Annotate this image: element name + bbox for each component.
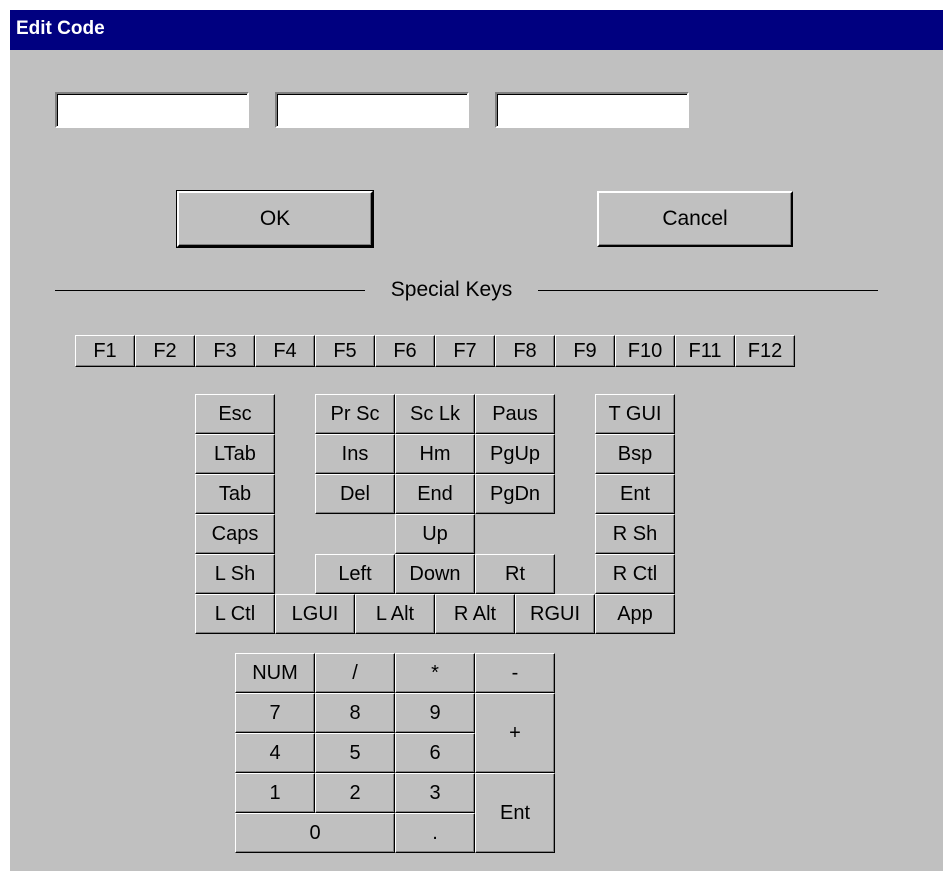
key-numpad-4[interactable]: 4	[235, 733, 315, 773]
code-field-1[interactable]	[55, 92, 249, 128]
section-divider-left	[55, 290, 365, 291]
ok-button[interactable]: OK	[176, 190, 374, 248]
window-title: Edit Code	[16, 18, 105, 39]
key-ins[interactable]: Ins	[315, 434, 395, 474]
key-numpad-9[interactable]: 9	[395, 693, 475, 733]
key-numpad-add[interactable]: +	[475, 693, 555, 773]
section-divider-right	[538, 290, 878, 291]
key-f7[interactable]: F7	[435, 335, 495, 367]
edit-code-dialog: Edit Code OK Cancel Special Keys F1 F2 F…	[10, 10, 943, 871]
key-f2[interactable]: F2	[135, 335, 195, 367]
key-lctl[interactable]: L Ctl	[195, 594, 275, 634]
key-numpad-0[interactable]: 0	[235, 813, 395, 853]
key-up[interactable]: Up	[395, 514, 475, 554]
key-numpad-1[interactable]: 1	[235, 773, 315, 813]
key-left[interactable]: Left	[315, 554, 395, 594]
code-field-3[interactable]	[495, 92, 689, 128]
key-f5[interactable]: F5	[315, 335, 375, 367]
key-tgui[interactable]: T GUI	[595, 394, 675, 434]
cancel-button[interactable]: Cancel	[597, 191, 793, 247]
key-lalt[interactable]: L Alt	[355, 594, 435, 634]
key-numpad-subtract[interactable]: -	[475, 653, 555, 693]
key-ent[interactable]: Ent	[595, 474, 675, 514]
key-f10[interactable]: F10	[615, 335, 675, 367]
key-pgup[interactable]: PgUp	[475, 434, 555, 474]
key-numpad-divide[interactable]: /	[315, 653, 395, 693]
key-f9[interactable]: F9	[555, 335, 615, 367]
key-f6[interactable]: F6	[375, 335, 435, 367]
key-f11[interactable]: F11	[675, 335, 735, 367]
key-f12[interactable]: F12	[735, 335, 795, 367]
key-rsh[interactable]: R Sh	[595, 514, 675, 554]
key-numpad-multiply[interactable]: *	[395, 653, 475, 693]
key-hm[interactable]: Hm	[395, 434, 475, 474]
key-rt[interactable]: Rt	[475, 554, 555, 594]
key-lgui[interactable]: LGUI	[275, 594, 355, 634]
key-end[interactable]: End	[395, 474, 475, 514]
key-bsp[interactable]: Bsp	[595, 434, 675, 474]
key-numpad-enter[interactable]: Ent	[475, 773, 555, 853]
key-ltab[interactable]: LTab	[195, 434, 275, 474]
title-bar: Edit Code	[10, 10, 943, 50]
key-pgdn[interactable]: PgDn	[475, 474, 555, 514]
key-f8[interactable]: F8	[495, 335, 555, 367]
key-ralt[interactable]: R Alt	[435, 594, 515, 634]
key-rgui[interactable]: RGUI	[515, 594, 595, 634]
key-numpad-6[interactable]: 6	[395, 733, 475, 773]
key-f3[interactable]: F3	[195, 335, 255, 367]
special-keys-label: Special Keys	[390, 278, 513, 301]
code-field-2[interactable]	[275, 92, 469, 128]
key-esc[interactable]: Esc	[195, 394, 275, 434]
key-numpad-8[interactable]: 8	[315, 693, 395, 733]
key-numpad-2[interactable]: 2	[315, 773, 395, 813]
key-f1[interactable]: F1	[75, 335, 135, 367]
key-app[interactable]: App	[595, 594, 675, 634]
key-del[interactable]: Del	[315, 474, 395, 514]
key-numpad-3[interactable]: 3	[395, 773, 475, 813]
key-numpad-decimal[interactable]: .	[395, 813, 475, 853]
key-rctl[interactable]: R Ctl	[595, 554, 675, 594]
key-prsc[interactable]: Pr Sc	[315, 394, 395, 434]
key-lsh[interactable]: L Sh	[195, 554, 275, 594]
key-numpad-5[interactable]: 5	[315, 733, 395, 773]
key-sclk[interactable]: Sc Lk	[395, 394, 475, 434]
key-paus[interactable]: Paus	[475, 394, 555, 434]
key-num[interactable]: NUM	[235, 653, 315, 693]
key-down[interactable]: Down	[395, 554, 475, 594]
key-caps[interactable]: Caps	[195, 514, 275, 554]
key-f4[interactable]: F4	[255, 335, 315, 367]
key-numpad-7[interactable]: 7	[235, 693, 315, 733]
key-tab[interactable]: Tab	[195, 474, 275, 514]
